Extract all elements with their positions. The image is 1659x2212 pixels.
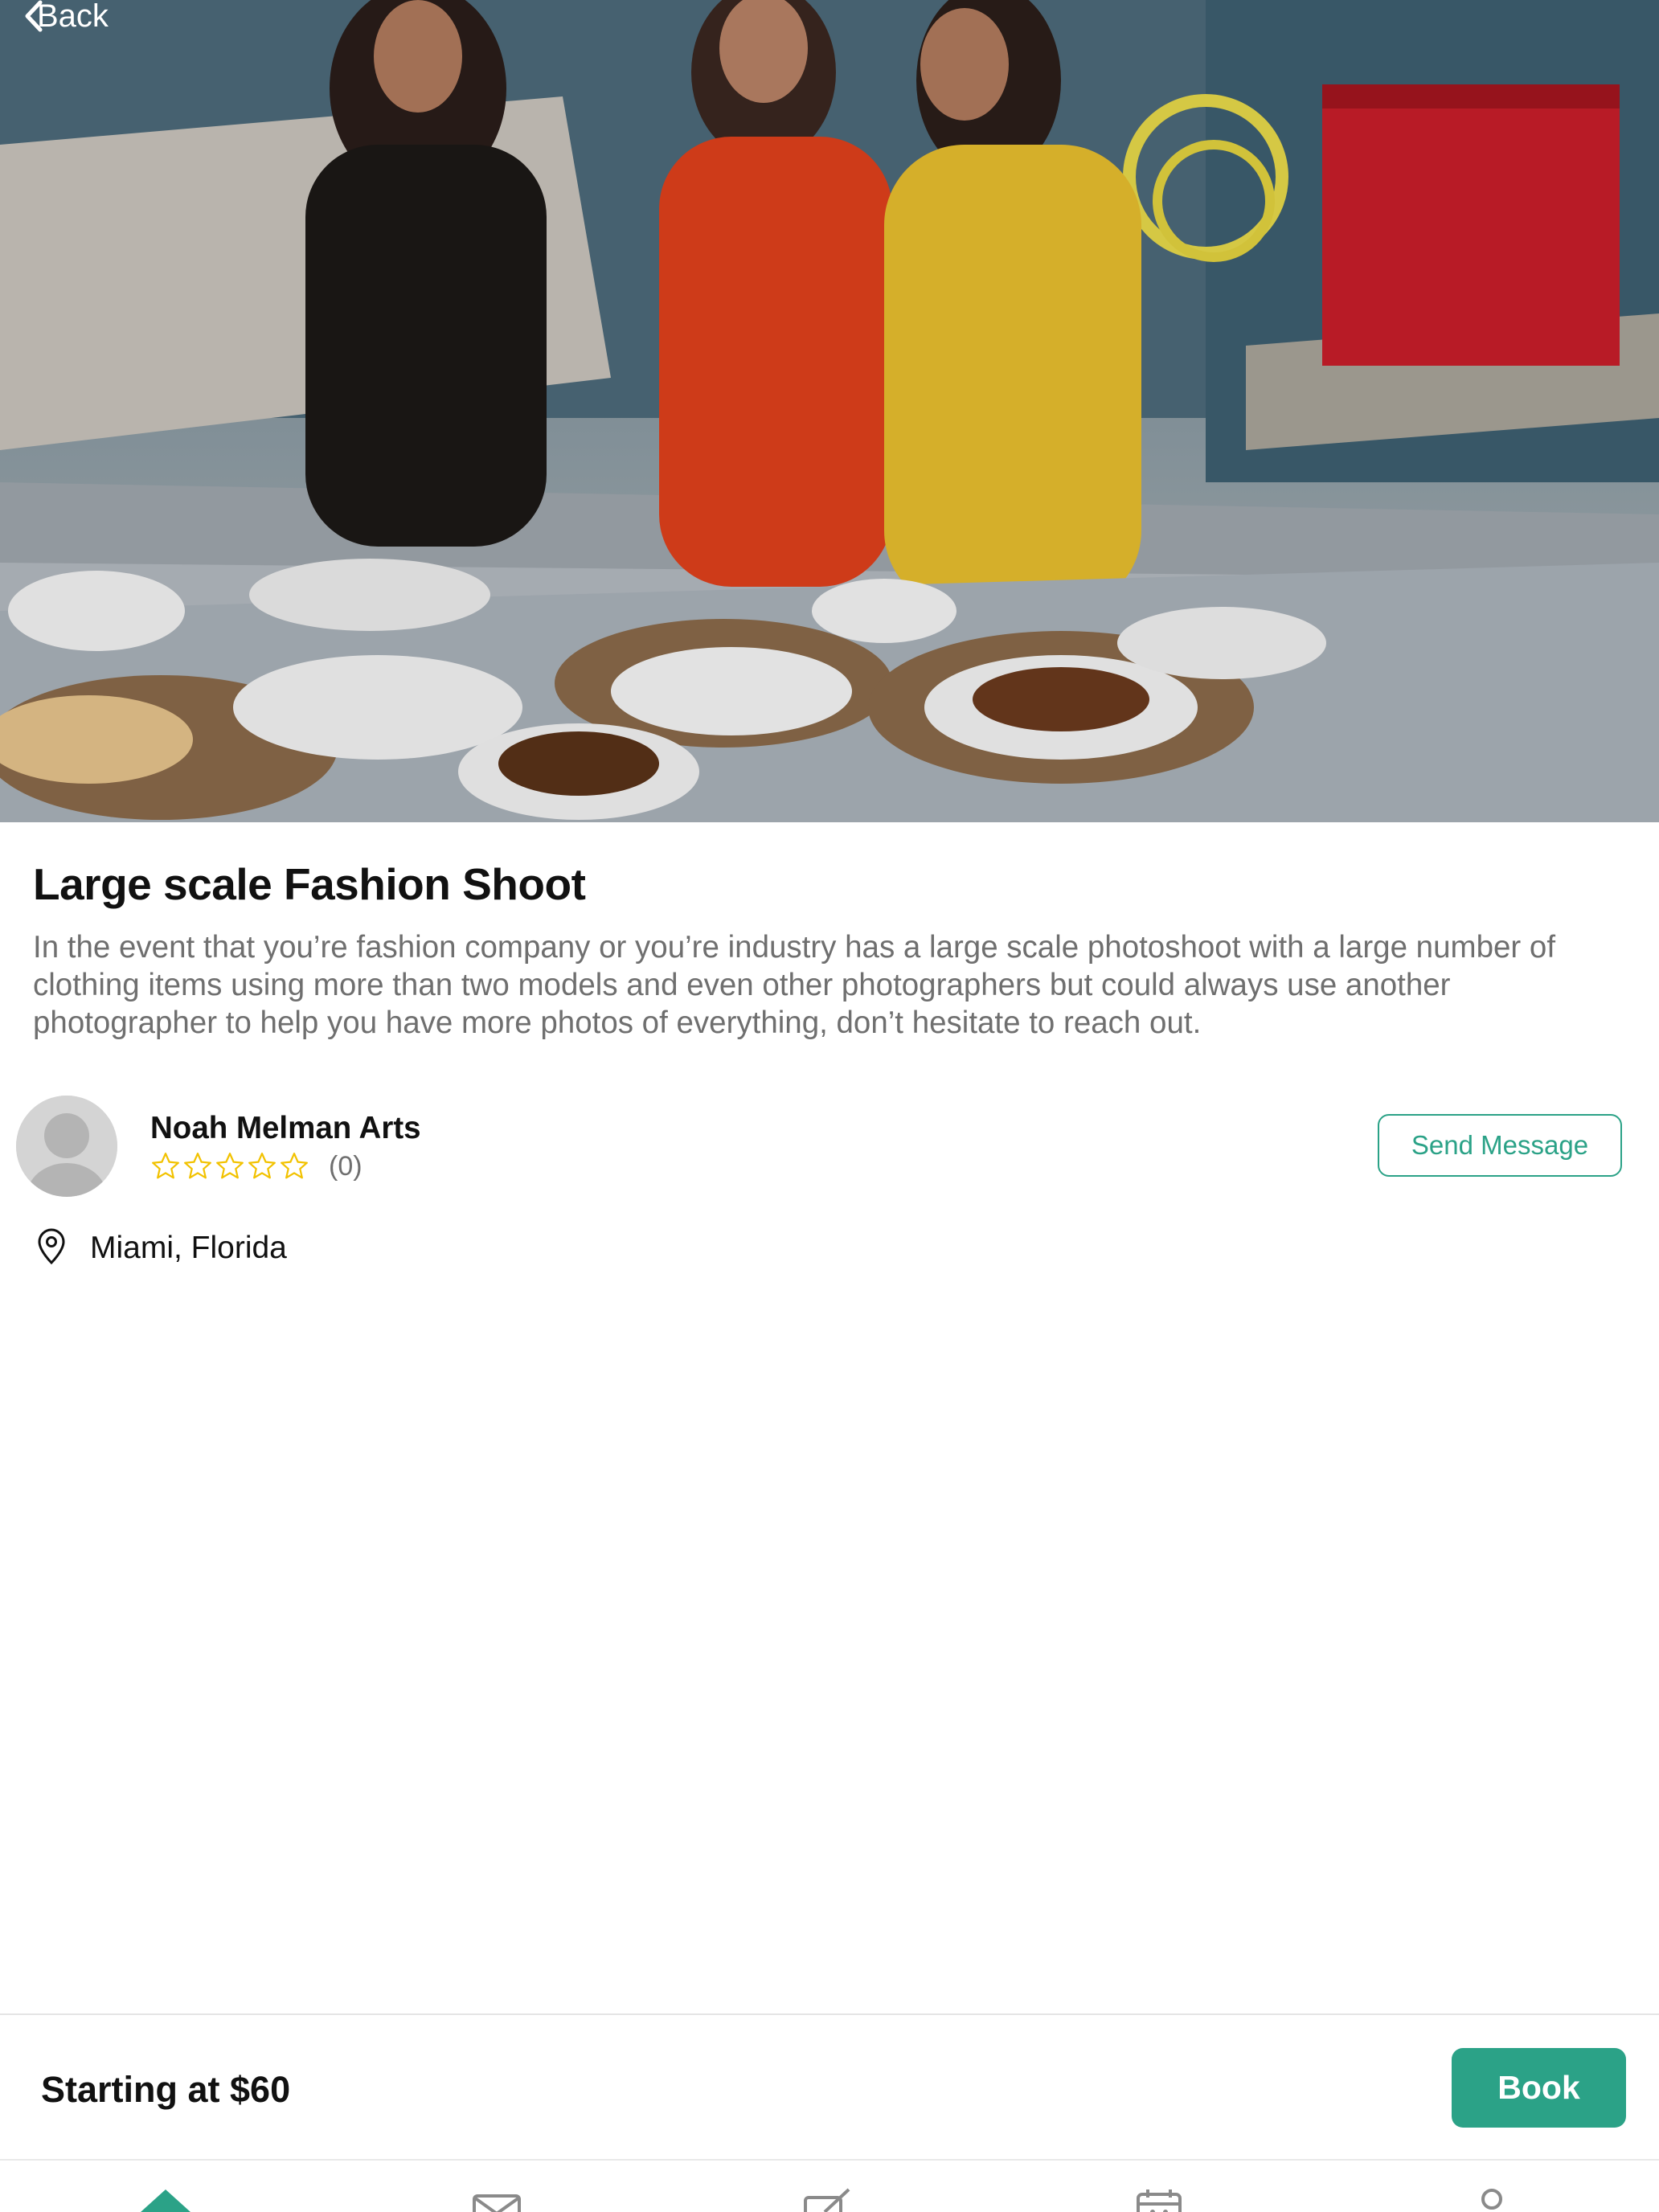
back-label: Back [37, 0, 109, 34]
star-icon [184, 1153, 211, 1179]
review-count: (0) [329, 1150, 363, 1182]
star-icon [248, 1153, 276, 1179]
tab-bar [0, 2159, 1659, 2212]
hero-photo-illustration [0, 0, 1659, 822]
edit-icon [802, 2186, 854, 2212]
home-icon [137, 2186, 194, 2212]
star-rating [150, 1151, 309, 1182]
tab-create[interactable] [796, 2186, 860, 2212]
send-message-button[interactable]: Send Message [1378, 1114, 1622, 1177]
book-button[interactable]: Book [1452, 2048, 1626, 2128]
provider-rating: (0) [150, 1149, 363, 1183]
tab-profile[interactable] [1460, 2186, 1524, 2212]
default-avatar-icon [16, 1096, 117, 1197]
tab-messages[interactable] [465, 2186, 529, 2212]
calendar-icon [1133, 2186, 1185, 2212]
tab-home[interactable] [133, 2186, 198, 2212]
service-description: In the event that you’re fashion company… [33, 930, 1556, 1040]
page-title: Large scale Fashion Shoot [33, 859, 586, 909]
starting-price: Starting at $60 [41, 2069, 291, 2110]
tab-calendar[interactable] [1127, 2186, 1191, 2212]
location: Miami, Florida [35, 1228, 287, 1269]
location-text: Miami, Florida [90, 1231, 287, 1265]
star-icon [216, 1153, 244, 1179]
hero-image: Back [0, 0, 1659, 822]
star-icon [281, 1153, 308, 1179]
location-pin-icon [35, 1228, 68, 1269]
profile-icon [1466, 2186, 1518, 2212]
provider-name[interactable]: Noah Melman Arts [150, 1111, 421, 1146]
back-button[interactable]: Back [23, 0, 109, 32]
mail-icon [471, 2186, 522, 2212]
avatar[interactable] [16, 1096, 117, 1197]
star-icon [152, 1153, 179, 1179]
